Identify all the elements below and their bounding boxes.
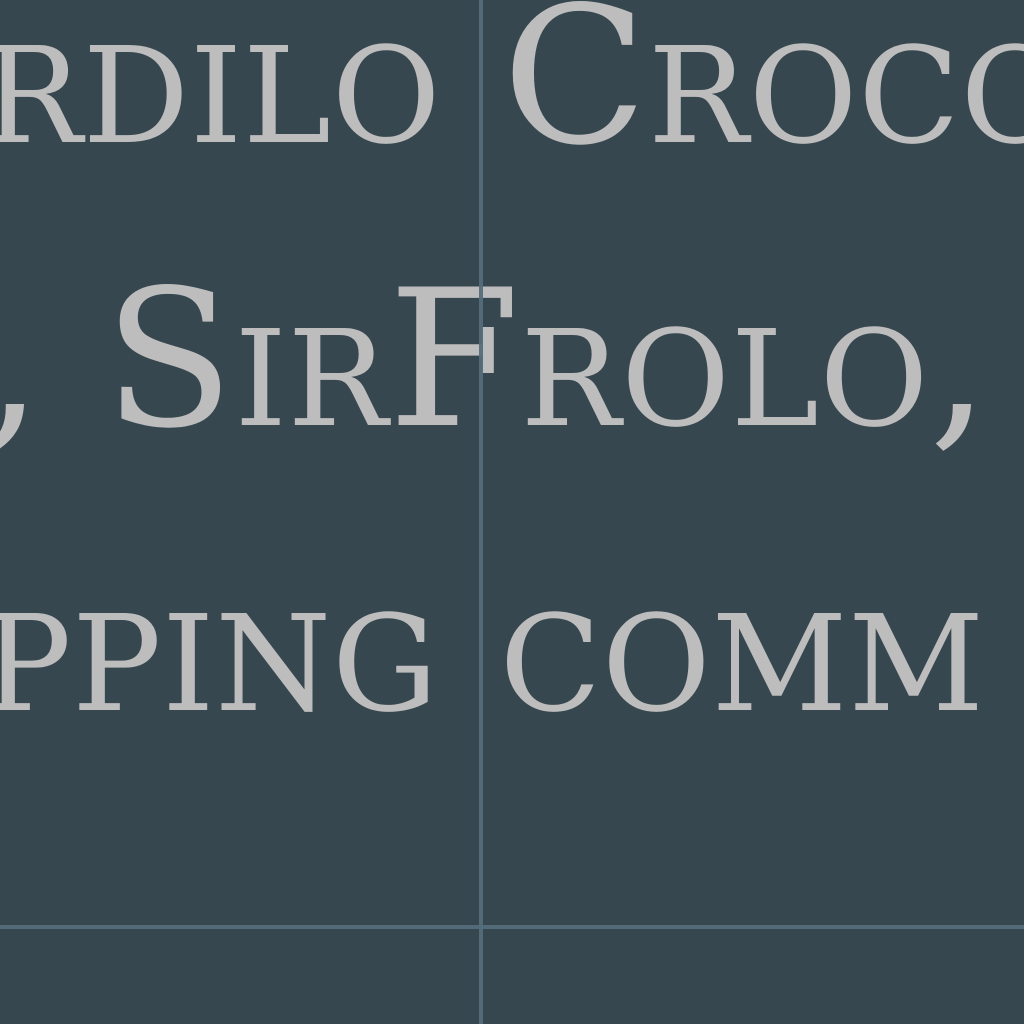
text-viewport: rdilo Croco , SirFrolo, Ra pping comm — [0, 0, 1024, 1024]
vertical-grid-line — [479, 0, 483, 1024]
text-line-3: pping comm — [0, 534, 985, 755]
horizontal-grid-line — [0, 925, 1024, 929]
text-block: rdilo Croco , SirFrolo, Ra pping comm — [0, 0, 1024, 882]
text-line-1: rdilo Croco — [0, 0, 1024, 187]
text-line-2: , SirFrolo, Ra — [0, 249, 1024, 470]
